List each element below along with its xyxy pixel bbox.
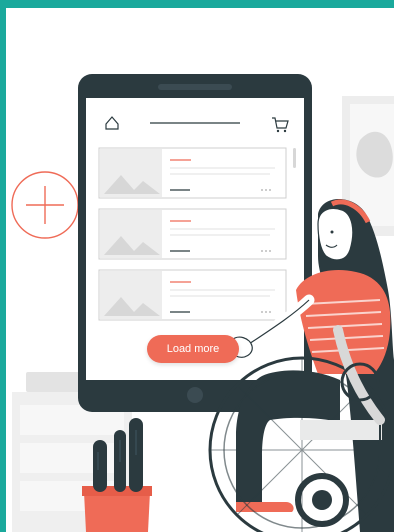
product-card-2 [98,208,287,260]
load-more-button[interactable]: Load more [147,335,239,363]
plus-icon [11,171,79,239]
scene-svg [11,74,394,532]
scrollbar [293,148,296,168]
product-card-1 [98,147,287,199]
product-card-3 [98,269,287,321]
illustration-frame: Load more [0,0,394,532]
